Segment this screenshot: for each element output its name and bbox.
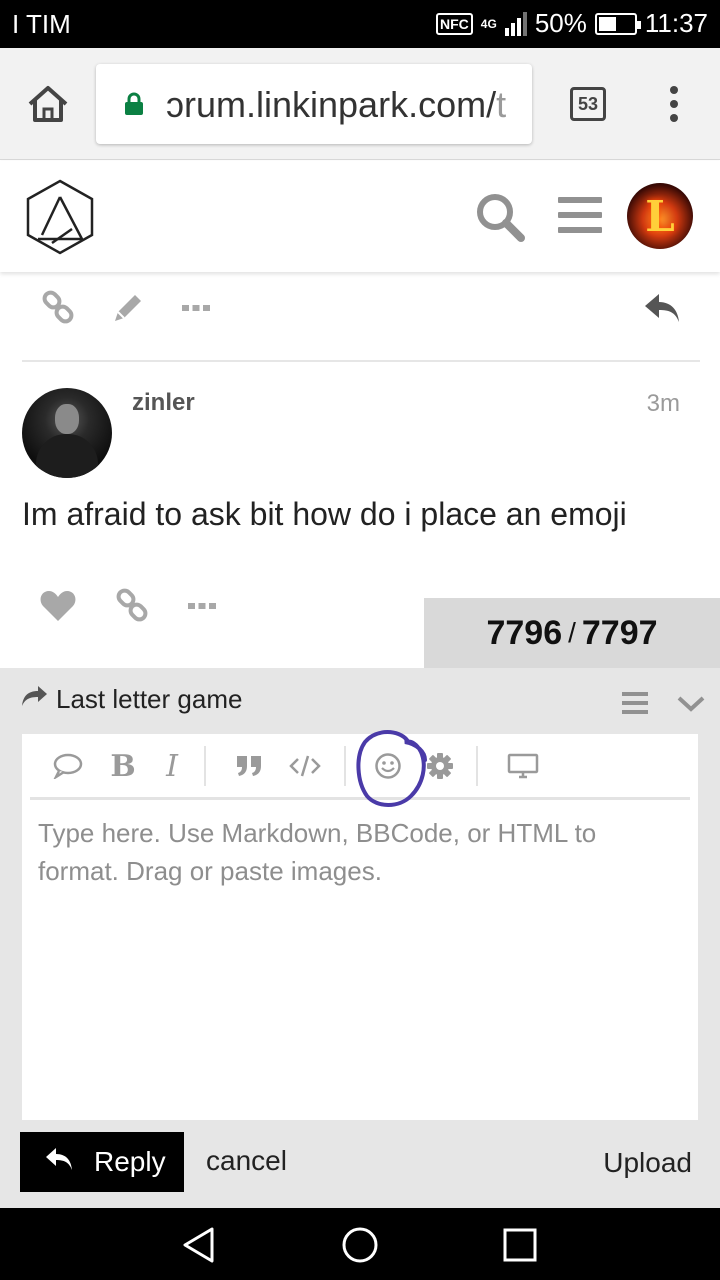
- upload-button[interactable]: Upload: [603, 1147, 692, 1179]
- status-icons: NFC 4G 50% 11:37: [436, 8, 708, 39]
- reply-arrow-icon: [44, 1146, 74, 1179]
- toolbar-separator: [476, 746, 478, 786]
- like-heart-icon[interactable]: [38, 586, 78, 626]
- battery-percent: 50%: [534, 8, 587, 38]
- post-divider: [22, 360, 700, 362]
- progress-separator: /: [568, 617, 576, 648]
- toolbar-separator: [344, 746, 346, 786]
- preview-monitor-icon[interactable]: [506, 744, 540, 788]
- more-options-icon[interactable]: [176, 288, 216, 328]
- site-header: L: [0, 161, 720, 272]
- emoji-smile-icon[interactable]: [374, 744, 402, 788]
- post-timestamp[interactable]: 3m: [647, 390, 680, 418]
- link-icon[interactable]: [38, 288, 78, 328]
- composer-editor: B I: [22, 734, 698, 1120]
- nfc-icon: NFC: [436, 12, 473, 35]
- progress-current: 7796: [486, 613, 563, 652]
- italic-button[interactable]: I: [160, 744, 184, 788]
- post-username[interactable]: zinler: [132, 389, 195, 417]
- battery-icon: [594, 12, 641, 35]
- status-bar: I TIM NFC 4G 50% 11:37: [0, 0, 720, 48]
- previous-post-actions: [22, 288, 700, 348]
- composer-menu-icon[interactable]: [622, 692, 648, 714]
- home-icon[interactable]: [26, 84, 70, 124]
- lock-icon: [124, 92, 144, 116]
- url-main: ɔrum.linkinpark.com/: [166, 84, 497, 125]
- back-triangle-icon[interactable]: [180, 1226, 218, 1264]
- carrier-name: I TIM: [12, 9, 71, 39]
- quote-bubble-icon[interactable]: [52, 744, 84, 788]
- android-nav-bar: [0, 1208, 720, 1280]
- blockquote-icon[interactable]: [234, 744, 264, 788]
- search-icon[interactable]: [474, 191, 526, 243]
- editor-toolbar: B I: [30, 734, 690, 800]
- settings-gear-icon[interactable]: [426, 744, 454, 788]
- hamburger-menu-icon[interactable]: [558, 197, 602, 233]
- edit-pencil-icon[interactable]: [108, 288, 148, 328]
- recent-apps-square-icon[interactable]: [501, 1226, 539, 1264]
- linkin-park-logo[interactable]: [24, 177, 96, 257]
- current-user-avatar[interactable]: L: [627, 183, 693, 249]
- bold-button[interactable]: B: [108, 744, 138, 788]
- post-body-text: Im afraid to ask bit how do i place an e…: [22, 496, 627, 532]
- reply-button-label: Reply: [94, 1146, 166, 1177]
- chevron-down-icon[interactable]: [676, 694, 706, 714]
- reply-composer: Last letter game B I Type here. Use Mark…: [0, 668, 720, 1208]
- more-options-icon[interactable]: [182, 586, 222, 626]
- reply-button[interactable]: Reply: [20, 1132, 184, 1192]
- progress-total: 7797: [581, 613, 658, 652]
- browser-toolbar: ɔrum.linkinpark.com/t 53: [0, 48, 720, 160]
- composer-topic-name: Last letter game: [56, 684, 243, 714]
- composer-text-input[interactable]: [38, 814, 678, 1094]
- network-type-icon: 4G: [481, 18, 497, 30]
- share-arrow-icon: [20, 684, 48, 715]
- browser-menu-icon[interactable]: [668, 86, 680, 122]
- url-overflow: t: [496, 84, 507, 125]
- url-text: ɔrum.linkinpark.com/t: [166, 84, 506, 126]
- signal-icon: [504, 11, 527, 36]
- network-type-label: 4G: [480, 16, 497, 31]
- home-circle-icon[interactable]: [341, 1226, 379, 1264]
- address-bar[interactable]: ɔrum.linkinpark.com/t: [96, 64, 532, 144]
- clock: 11:37: [644, 8, 708, 38]
- reply-arrow-icon[interactable]: [642, 288, 682, 328]
- composer-topic-title: Last letter game: [20, 684, 242, 715]
- code-icon[interactable]: [288, 744, 322, 788]
- link-icon[interactable]: [112, 586, 152, 626]
- poster-avatar[interactable]: [22, 388, 112, 478]
- cancel-link[interactable]: cancel: [206, 1145, 287, 1177]
- tab-switcher-button[interactable]: 53: [570, 87, 606, 121]
- toolbar-separator: [204, 746, 206, 786]
- topic-progress-counter[interactable]: 7796 / 7797: [424, 598, 720, 668]
